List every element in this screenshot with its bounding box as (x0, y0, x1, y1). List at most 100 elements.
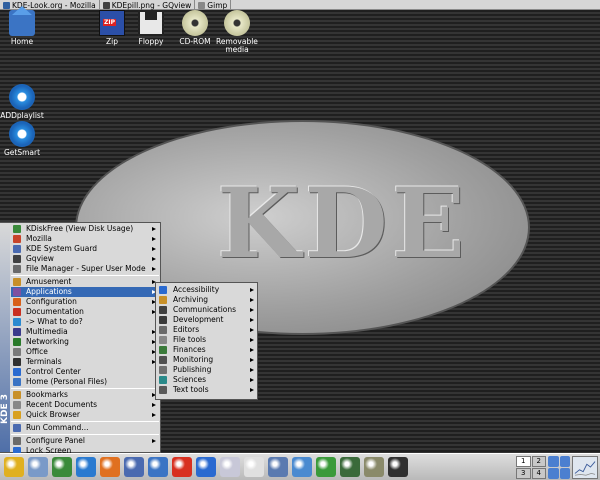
submenu-item-sciences[interactable]: Sciences (156, 375, 257, 385)
menu-item-label: Editors (173, 325, 200, 334)
kmail-envelope-icon[interactable] (220, 457, 240, 477)
menu-item-label: Archiving (173, 295, 209, 304)
gqview-icon (102, 1, 110, 9)
tray-lock-icon[interactable] (548, 456, 559, 467)
zip-badge: ZIP (103, 19, 116, 26)
knode-icon[interactable] (196, 457, 216, 477)
show-desktop-icon[interactable] (28, 457, 48, 477)
pager-desktop-3[interactable]: 3 (516, 468, 531, 479)
kpdf-icon[interactable] (244, 457, 264, 477)
floppy-icon (138, 10, 164, 36)
menu-item-label: Gqview (26, 254, 54, 263)
favorites-star-icon[interactable] (172, 457, 192, 477)
k-menu-item-kdiskfree-view-disk-usage[interactable]: KDiskFree (View Disk Usage) (11, 224, 159, 234)
k-menu-item-configure-panel[interactable]: Configure Panel (11, 436, 159, 446)
k-menu-item-amusement[interactable]: Amusement (11, 277, 159, 287)
menu-item-label: Control Center (26, 367, 81, 376)
gimp-launcher-icon[interactable] (364, 457, 384, 477)
kword-icon[interactable] (268, 457, 288, 477)
k-menu-item-kde-system-guard[interactable]: KDE System Guard (11, 244, 159, 254)
getsmart-desktop-icon[interactable]: GetSmart (0, 121, 52, 157)
submenu-arrow-icon (152, 247, 156, 251)
gqview-icon (13, 255, 21, 263)
submenu-item-editors[interactable]: Editors (156, 325, 257, 335)
submenu-item-text-tools[interactable]: Text tools (156, 385, 257, 395)
home-launcher-icon[interactable] (148, 457, 168, 477)
menu-item-label: Configure Panel (26, 436, 85, 445)
konqueror-launcher-icon[interactable] (100, 457, 120, 477)
menu-item-label: File tools (173, 335, 207, 344)
applications-submenu: Accessibility Archiving Communications Deve… (155, 282, 258, 400)
taskbar-task[interactable]: KDEpill.png - GQview (100, 0, 196, 10)
k-menu-item-applications[interactable]: Applications (11, 287, 159, 297)
k-menu-item-configuration[interactable]: Configuration (11, 297, 159, 307)
control-center-icon (13, 368, 21, 376)
k-menu-item-networking[interactable]: Networking (11, 337, 159, 347)
pager-desktop-1[interactable]: 1 (516, 456, 531, 467)
k-menu-item-multimedia[interactable]: Multimedia (11, 327, 159, 337)
menu-item-label: Accessibility (173, 285, 220, 294)
menu-item-label: Applications (26, 287, 72, 296)
menu-item-label: Communications (173, 305, 237, 314)
k-menu-item-quick-browser[interactable]: Quick Browser (11, 410, 159, 420)
k-menu-item-gqview[interactable]: Gqview (11, 254, 159, 264)
submenu-item-finances[interactable]: Finances (156, 345, 257, 355)
submenu-arrow-icon (152, 257, 156, 261)
documentation-icon (13, 308, 21, 316)
text-tools-icon (159, 386, 167, 394)
quick-browser-icon (13, 411, 21, 419)
pager-desktop-2[interactable]: 2 (531, 456, 546, 467)
tray-klipper-icon[interactable] (559, 468, 570, 479)
k-menu-item-recent-documents[interactable]: Recent Documents (11, 400, 159, 410)
k-menu: KDE 3 KDiskFree (View Disk Usage) Mozilla… (0, 222, 161, 465)
arrow-right-icon (13, 318, 21, 326)
terminal-launcher-icon[interactable] (52, 457, 72, 477)
removable-media-desktop-icon[interactable]: Removable media (207, 10, 267, 54)
k-menu-item-run-command[interactable]: Run Command... (11, 423, 159, 433)
taskbar-task[interactable]: Gimp (195, 0, 232, 10)
wallpaper-kde-text: KDE (217, 167, 469, 280)
pager-desktop-4[interactable]: 4 (531, 468, 546, 479)
menu-separator (11, 434, 159, 435)
kmail-icon[interactable] (124, 457, 144, 477)
menu-item-label: KDiskFree (View Disk Usage) (26, 224, 134, 233)
binoculars-icon[interactable] (388, 457, 408, 477)
k-menu-item-what-to-do[interactable]: -> What to do? (11, 317, 159, 327)
submenu-item-file-tools[interactable]: File tools (156, 335, 257, 345)
kpresenter-icon[interactable] (316, 457, 336, 477)
submenu-arrow-icon (250, 368, 254, 372)
menu-item-label: Amusement (26, 277, 72, 286)
menu-item-label: -> What to do? (26, 317, 83, 326)
submenu-item-monitoring[interactable]: Monitoring (156, 355, 257, 365)
submenu-item-archiving[interactable]: Archiving (156, 295, 257, 305)
tray-network-icon[interactable] (559, 456, 570, 467)
submenu-item-development[interactable]: Development (156, 315, 257, 325)
k-menu-item-office[interactable]: Office (11, 347, 159, 357)
clock-applet[interactable] (572, 456, 598, 479)
k-menu-item-bookmarks[interactable]: Bookmarks (11, 390, 159, 400)
k-menu-item-home-personal-files[interactable]: Home (Personal Files) (11, 377, 159, 387)
submenu-item-publishing[interactable]: Publishing (156, 365, 257, 375)
kspread-icon[interactable] (292, 457, 312, 477)
tray-volume-icon[interactable] (548, 468, 559, 479)
k-menu-item-terminals[interactable]: Terminals (11, 357, 159, 367)
addplaylist-desktop-icon[interactable]: ADDplaylist (0, 84, 52, 120)
mozilla-icon (13, 235, 21, 243)
menu-item-label: Run Command... (26, 423, 89, 432)
konqueror-icon (13, 265, 21, 273)
submenu-arrow-icon (250, 358, 254, 362)
krita-icon[interactable] (340, 457, 360, 477)
kontact-icon[interactable] (76, 457, 96, 477)
k-menu-item-documentation[interactable]: Documentation (11, 307, 159, 317)
k-menu-item-file-manager-super-user-mode[interactable]: File Manager - Super User Mode (11, 264, 159, 274)
k-menu-button[interactable] (4, 457, 24, 477)
submenu-arrow-icon (152, 413, 156, 417)
k-menu-item-control-center[interactable]: Control Center (11, 367, 159, 377)
home-desktop-icon[interactable]: Home (0, 6, 52, 46)
submenu-item-communications[interactable]: Communications (156, 305, 257, 315)
submenu-arrow-icon (152, 267, 156, 271)
k-menu-item-mozilla[interactable]: Mozilla (11, 234, 159, 244)
submenu-arrow-icon (250, 338, 254, 342)
submenu-item-accessibility[interactable]: Accessibility (156, 285, 257, 295)
clock-graph-icon (574, 461, 596, 476)
